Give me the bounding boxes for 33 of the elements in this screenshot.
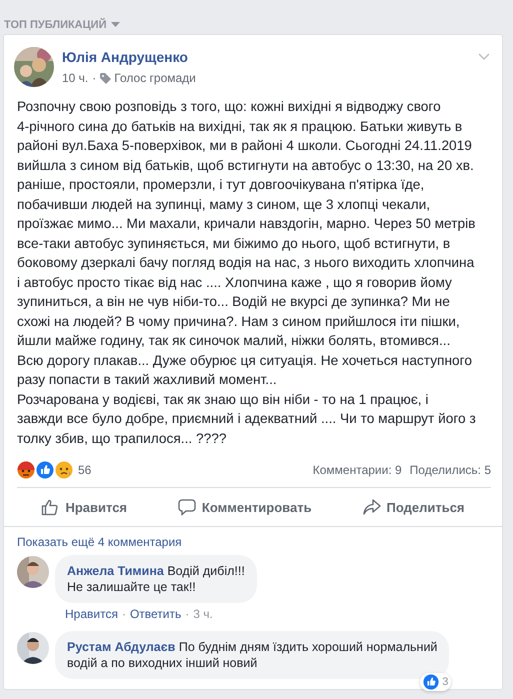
reaction-badge[interactable]: 3 — [420, 673, 452, 691]
comments-count[interactable]: Комментарии: 9 — [312, 463, 402, 477]
sad-emoji-icon — [55, 461, 73, 479]
share-button[interactable]: Поделиться — [352, 490, 475, 524]
chevron-icon[interactable] — [478, 53, 490, 60]
angry-emoji-icon — [17, 461, 35, 479]
comment-button[interactable]: Комментировать — [168, 490, 322, 524]
reaction-count[interactable]: 56 — [78, 463, 92, 477]
thumbs-up-icon — [41, 498, 60, 516]
comment-action-link[interactable]: Нравится — [65, 607, 118, 621]
post-text: Розпочну свою розповідь з того, що: кожні вихідні я відводжу свого 4-річного сина до батьків на вихідні, так як я працюю. Батьки живуть в районі вул.Баха 5-поверхівок, ми в районі 4 школи. Сьогодні 24.11.2019 вийшла з сином від батьків, щоб встигнути на автобус о 13:30, на 20 хв. раніше, простояли, промерзли, і тут довгоочікувана п'ятірка їде, побачивши людей на зупинці, маму з сином, ще 3 хлопці чекали, проїзжає мимо... Ми махали, кричали навздогін, марно. Через 50 метрів все-таки автобус зупиняється, ми біжимо до нього, щоб встигнути, в боковому дзеркалі бачу погляд водія на нас, з нього виходить хлопчина і автобус просто тікає від нас .... Хлопчина каже , що я говорив йому зупиниться, а він не чув ніби-то... Водій не вкурсі де зупинка? Ми не схожі на людей? В чому причина?. Нам з сином прийшлося іти пішки, йшли майже годину, так як синочок малий, ніжки болять, втомився... Всю дорогу плакав... Дуже обурює ця ситуація. Не хочеться наступного разу попасти в такий жахливий момент... Розчарована у водієві, так як знаю що він ніби - то на 1 працює, і завжди все було добре, приємний і адекватний .... Чи то маршрут його з толку збив, що трапилося... ???? — [16, 98, 477, 448]
post-time[interactable]: 10 ч. — [62, 71, 88, 85]
commenter-name[interactable]: Рустам Абдулаєв — [67, 640, 176, 654]
tag-icon — [100, 72, 112, 84]
more-comments-link[interactable]: Показать ещё 4 комментария — [17, 535, 490, 549]
commenter-name[interactable]: Анжела Тимина — [67, 564, 164, 578]
like-button[interactable]: Нравится — [31, 490, 138, 524]
author-name[interactable]: Юлія Андрущенко — [62, 49, 188, 65]
separator: · — [185, 607, 190, 621]
comment-text: Рустам Абдулаєв По буднім дням їздить хороший нормальний водій а по виходних інший новий — [67, 639, 438, 671]
comment-time[interactable]: 3 ч. — [193, 607, 213, 621]
caret-icon[interactable] — [111, 22, 120, 27]
like-icon — [36, 461, 54, 479]
speech-bubble-icon — [178, 498, 196, 516]
comment-text: Анжела Тимина Водій дибіл!!! Не залишайте це так!! — [67, 563, 245, 595]
reaction-count: 3 — [442, 675, 448, 690]
separator: · — [92, 71, 96, 85]
like-icon — [423, 674, 440, 690]
shares-count[interactable]: Поделились: 5 — [410, 463, 491, 477]
comment-action-link[interactable]: Ответить — [130, 607, 182, 621]
group-link[interactable]: Голос громади — [114, 71, 196, 85]
separator: · — [122, 607, 126, 621]
share-arrow-icon — [362, 499, 380, 515]
